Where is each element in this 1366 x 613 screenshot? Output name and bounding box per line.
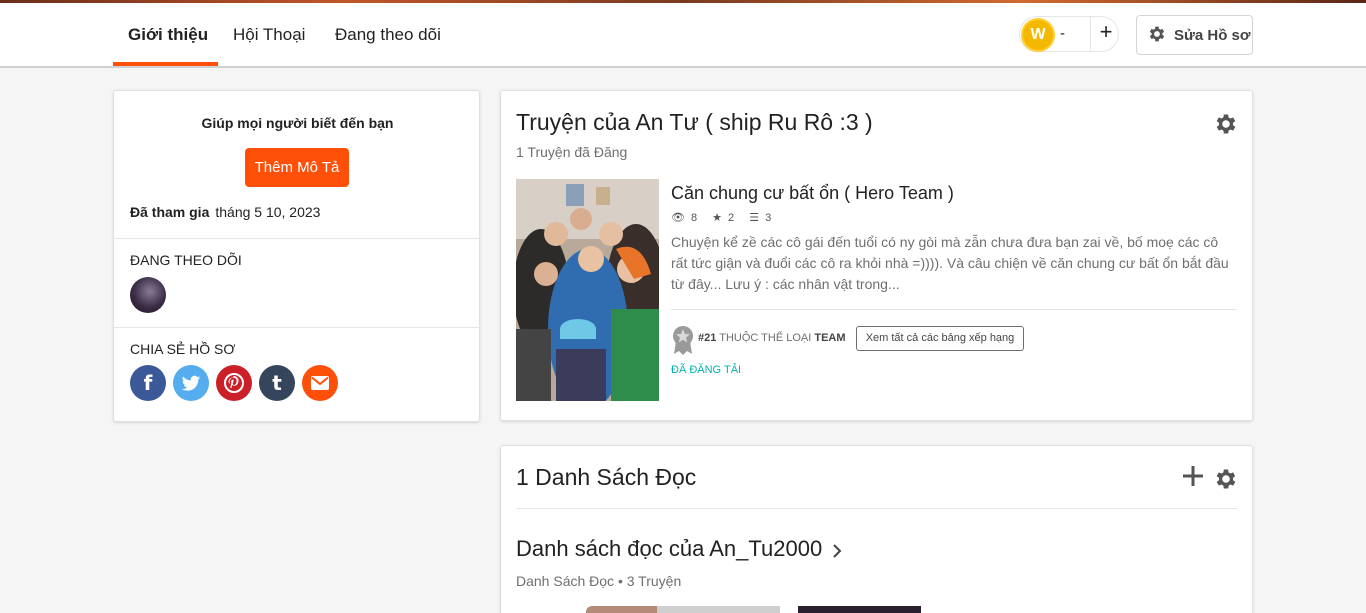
joined-label: Đã tham gia bbox=[130, 204, 210, 220]
list-icon: ☰ bbox=[749, 212, 760, 224]
following-heading: ĐANG THEO DÕI bbox=[130, 252, 242, 268]
add-description-button[interactable]: Thêm Mô Tả bbox=[245, 148, 349, 187]
joined-value: tháng 5 10, 2023 bbox=[215, 204, 321, 220]
views-stat: 👁 8 bbox=[671, 212, 698, 224]
pinterest-icon[interactable] bbox=[216, 365, 252, 401]
joined-date: Đã tham gia tháng 5 10, 2023 bbox=[130, 204, 320, 220]
tab-following[interactable]: Đang theo dõi bbox=[335, 3, 441, 66]
reading-lists-settings-gear-icon[interactable] bbox=[1213, 466, 1239, 492]
tab-conversations[interactable]: Hội Thoại bbox=[233, 3, 305, 66]
divider bbox=[114, 327, 481, 328]
rank-badge-icon bbox=[673, 326, 693, 355]
reading-list-cover-thumbnail[interactable] bbox=[798, 606, 921, 613]
active-tab-indicator bbox=[113, 62, 218, 66]
edit-profile-button[interactable]: Sửa Hồ sơ bbox=[1136, 15, 1253, 55]
w-coin-icon: W bbox=[1021, 18, 1055, 52]
about-card: Giúp mọi người biết đến bạn Thêm Mô Tả Đ… bbox=[113, 90, 481, 422]
profile-navbar: Giới thiệu Hội Thoại Đang theo dõi W - +… bbox=[0, 3, 1366, 68]
story-cover-image[interactable] bbox=[516, 179, 659, 401]
share-heading: CHIA SẺ HỒ SƠ bbox=[130, 341, 236, 357]
email-icon[interactable] bbox=[302, 365, 338, 401]
reading-list-cover-thumbnail[interactable] bbox=[657, 606, 780, 613]
gear-icon bbox=[1149, 26, 1165, 42]
edit-profile-label: Sửa Hồ sơ bbox=[1174, 27, 1251, 44]
stories-settings-gear-icon[interactable] bbox=[1213, 111, 1239, 137]
rank-label: THUỘC THỂ LOẠI bbox=[719, 332, 812, 344]
divider bbox=[671, 309, 1237, 310]
reading-lists-card: 1 Danh Sách Đọc Danh sách đọc của An_Tu2… bbox=[500, 445, 1253, 613]
story-title-link[interactable]: Căn chung cư bất ổn ( Hero Team ) bbox=[671, 183, 954, 204]
story-stats: 👁 8 ★ 2 ☰ 3 bbox=[671, 211, 783, 224]
reading-lists-title: 1 Danh Sách Đọc bbox=[516, 464, 697, 490]
rank-tag[interactable]: TEAM bbox=[814, 332, 845, 344]
twitter-icon[interactable] bbox=[173, 365, 209, 401]
chevron-right-icon[interactable] bbox=[831, 543, 843, 559]
story-description: Chuyện kể zề các cô gái đến tuổi có ny g… bbox=[671, 234, 1229, 292]
tumblr-icon[interactable]: t bbox=[259, 365, 295, 401]
votes-stat: ★ 2 bbox=[712, 212, 735, 224]
divider bbox=[114, 238, 481, 239]
following-avatar[interactable] bbox=[130, 277, 166, 313]
stories-card: Truyện của An Tư ( ship Ru Rô :3 ) 1 Tru… bbox=[500, 90, 1253, 421]
coin-balance: W - + bbox=[1019, 16, 1119, 52]
add-reading-list-plus-icon[interactable] bbox=[1181, 464, 1205, 488]
buy-coins-button[interactable]: + bbox=[1095, 19, 1117, 45]
rank-text: #21 THUỘC THỂ LOẠI TEAM bbox=[698, 332, 846, 344]
facebook-icon[interactable]: f bbox=[130, 365, 166, 401]
published-status: ĐÃ ĐĂNG TẢI bbox=[671, 364, 742, 376]
tab-about[interactable]: Giới thiệu bbox=[128, 3, 208, 66]
reading-list-meta: Danh Sách Đọc • 3 Truyện bbox=[516, 573, 682, 589]
coin-divider bbox=[1090, 17, 1091, 51]
stories-title: Truyện của An Tư ( ship Ru Rô :3 ) bbox=[516, 109, 873, 135]
reading-list-name-link[interactable]: Danh sách đọc của An_Tu2000 bbox=[516, 536, 822, 562]
rank-number: #21 bbox=[698, 332, 717, 344]
about-prompt: Giúp mọi người biết đến bạn bbox=[201, 115, 394, 131]
stories-count: 1 Truyện đã Đăng bbox=[516, 144, 628, 160]
parts-stat: ☰ 3 bbox=[749, 212, 772, 224]
view-all-rankings-button[interactable]: Xem tất cả các bảng xếp hạng bbox=[856, 326, 1024, 351]
star-icon: ★ bbox=[712, 212, 723, 224]
coin-count: - bbox=[1060, 25, 1065, 42]
divider bbox=[516, 508, 1237, 509]
eye-icon: 👁 bbox=[671, 212, 685, 224]
